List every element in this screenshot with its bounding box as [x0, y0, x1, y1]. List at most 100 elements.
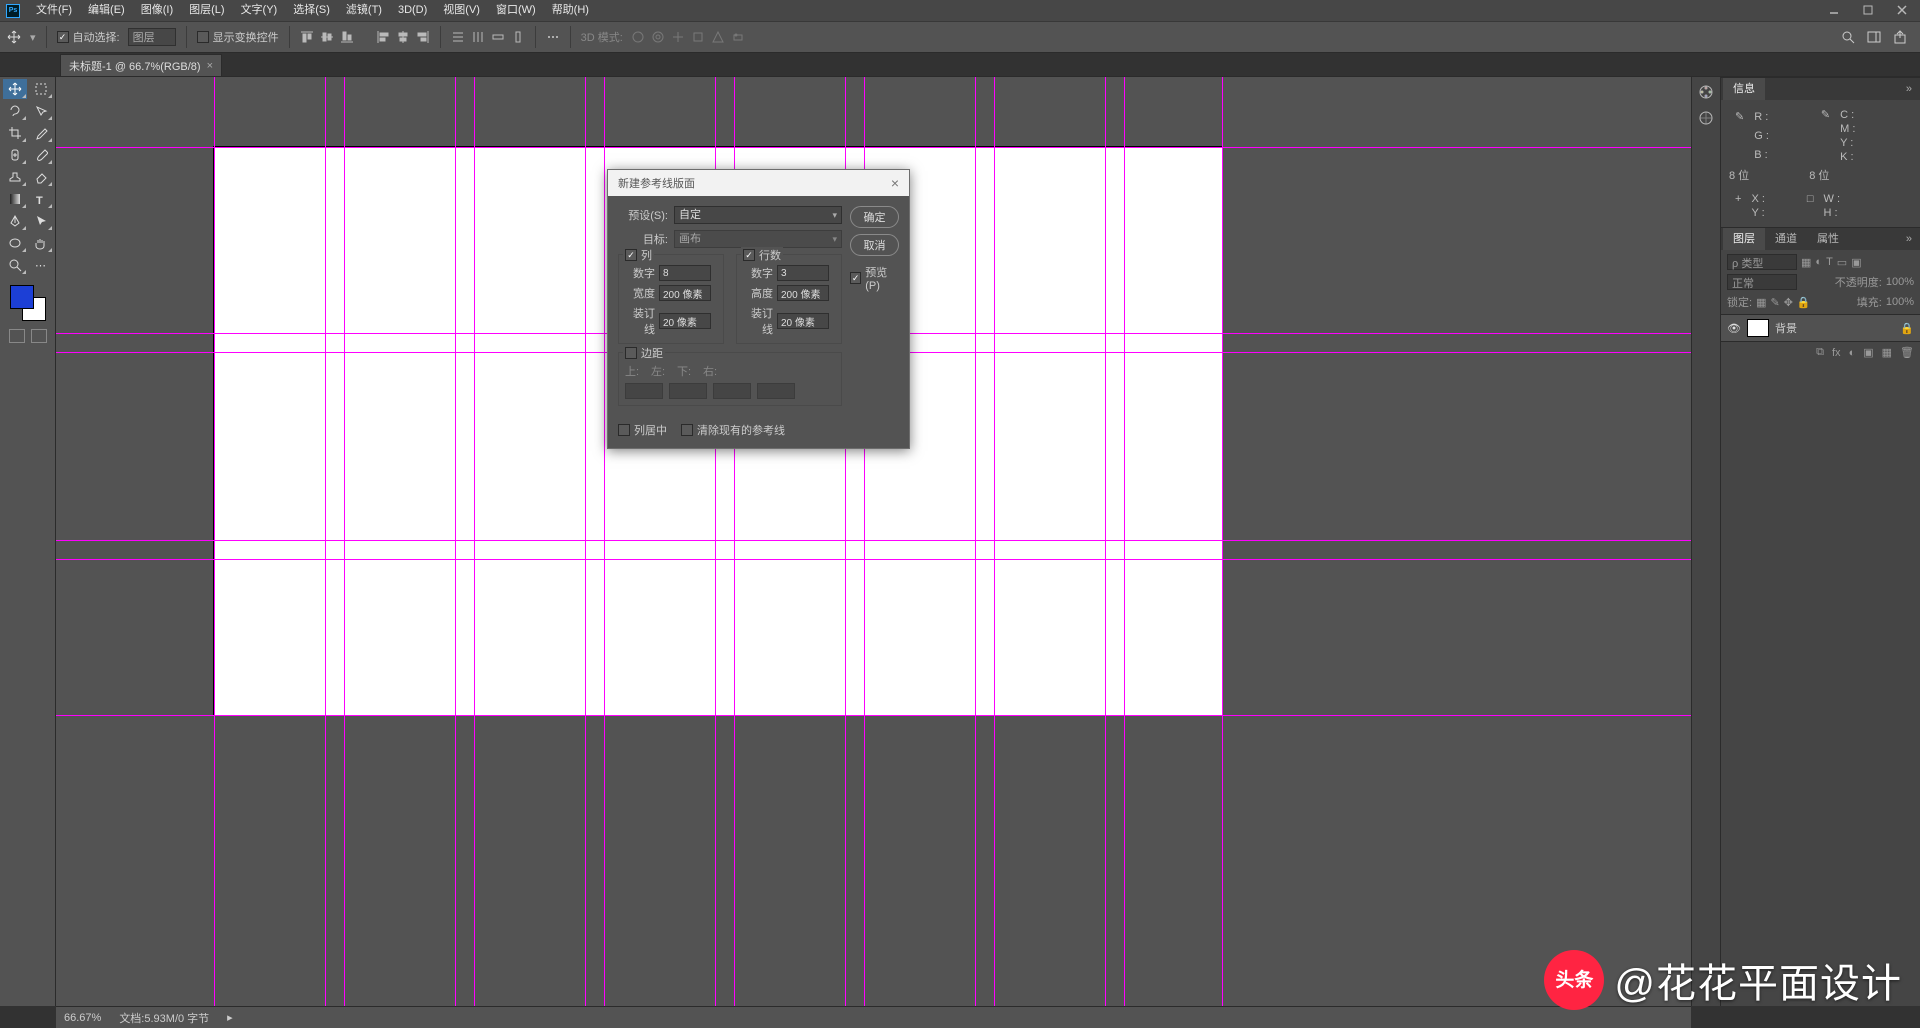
guide-vertical[interactable] — [474, 77, 475, 1006]
guide-vertical[interactable] — [1124, 77, 1125, 1006]
lasso-tool[interactable] — [3, 101, 27, 121]
type-tool[interactable]: T — [29, 189, 53, 209]
menu-file[interactable]: 文件(F) — [28, 0, 80, 21]
menu-image[interactable]: 图像(I) — [133, 0, 181, 21]
eyedropper-tool[interactable] — [29, 123, 53, 143]
guide-vertical[interactable] — [455, 77, 456, 1006]
color-swatches[interactable] — [8, 283, 48, 323]
layer-name[interactable]: 背景 — [1775, 320, 1797, 336]
lock-paint-icon[interactable]: ✎ — [1770, 296, 1779, 309]
menu-edit[interactable]: 编辑(E) — [80, 0, 133, 21]
workspace-icon[interactable] — [1866, 29, 1882, 45]
lock-all-icon[interactable]: 🔒 — [1797, 296, 1811, 309]
dialog-titlebar[interactable]: 新建参考线版面 × — [608, 170, 909, 196]
filter-adjust-icon[interactable]: ◐ — [1815, 256, 1822, 268]
window-close-button[interactable] — [1888, 2, 1916, 18]
columns-width-input[interactable] — [659, 285, 711, 301]
document-tab-close-icon[interactable]: × — [207, 60, 213, 72]
move-tool[interactable] — [3, 79, 27, 99]
align-bottom-icon[interactable] — [340, 30, 354, 44]
columns-gutter-input[interactable] — [659, 313, 711, 329]
quickmask-toggle[interactable] — [9, 329, 25, 343]
pen-tool[interactable] — [3, 211, 27, 231]
panel-menu-icon[interactable]: » — [1900, 233, 1918, 245]
align-right-icon[interactable] — [416, 30, 430, 44]
status-docsize[interactable]: 文档:5.93M/0 字节 — [119, 1010, 209, 1026]
preview-checkbox[interactable]: 预览(P) — [850, 264, 899, 292]
layer-thumbnail[interactable] — [1747, 319, 1769, 337]
tab-properties[interactable]: 属性 — [1807, 228, 1849, 250]
center-columns-checkbox[interactable]: 列居中 — [618, 422, 667, 438]
quick-select-tool[interactable] — [29, 101, 53, 121]
auto-select-checkbox[interactable]: 自动选择: — [57, 29, 120, 45]
crop-tool[interactable] — [3, 123, 27, 143]
tab-channels[interactable]: 通道 — [1765, 228, 1807, 250]
lock-pos-icon[interactable]: ✥ — [1784, 296, 1793, 309]
guide-vertical[interactable] — [1105, 77, 1106, 1006]
rows-gutter-input[interactable] — [777, 313, 829, 329]
margin-checkbox[interactable]: 边距 — [625, 345, 663, 361]
lock-trans-icon[interactable]: ▦ — [1756, 296, 1766, 309]
screenmode-toggle[interactable] — [31, 329, 47, 343]
more-icon[interactable] — [546, 30, 560, 44]
dialog-close-icon[interactable]: × — [891, 175, 899, 191]
layer-mask-icon[interactable]: ◐ — [1849, 347, 1856, 359]
columns-checkbox[interactable]: 列 — [625, 247, 652, 263]
foreground-color[interactable] — [10, 285, 34, 309]
guide-vertical[interactable] — [994, 77, 995, 1006]
gradient-tool[interactable] — [3, 189, 27, 209]
ok-button[interactable]: 确定 — [850, 206, 899, 228]
healing-tool[interactable] — [3, 145, 27, 165]
cancel-button[interactable]: 取消 — [850, 234, 899, 256]
dist-icon-1[interactable] — [451, 30, 465, 44]
zoom-tool[interactable] — [3, 255, 27, 275]
status-zoom[interactable]: 66.67% — [64, 1012, 101, 1024]
guide-vertical[interactable] — [1222, 77, 1223, 1006]
clear-guides-checkbox[interactable]: 清除现有的参考线 — [681, 422, 785, 438]
path-select-tool[interactable] — [29, 211, 53, 231]
menu-select[interactable]: 选择(S) — [285, 0, 338, 21]
marquee-tool[interactable] — [29, 79, 53, 99]
guide-vertical[interactable] — [604, 77, 605, 1006]
edit-toolbar-tool[interactable]: ⋯ — [29, 255, 53, 275]
layer-fx-icon[interactable]: fx — [1832, 347, 1841, 359]
panel-menu-icon[interactable]: » — [1900, 83, 1918, 95]
hand-tool[interactable] — [29, 233, 53, 253]
window-maximize-button[interactable] — [1854, 2, 1882, 18]
dist-icon-2[interactable] — [471, 30, 485, 44]
link-layers-icon[interactable]: ⧉ — [1816, 346, 1824, 359]
layer-filter-dropdown[interactable]: ρ 类型 — [1727, 254, 1797, 270]
show-transform-checkbox[interactable]: 显示变换控件 — [197, 29, 279, 45]
auto-select-mode-dropdown[interactable]: 图层 — [128, 28, 176, 46]
align-hcenter-icon[interactable] — [396, 30, 410, 44]
search-icon[interactable] — [1840, 29, 1856, 45]
preset-dropdown[interactable]: 自定 — [674, 206, 842, 224]
rows-checkbox[interactable]: 行数 — [743, 247, 781, 263]
rows-number-input[interactable] — [777, 265, 829, 281]
status-arrow-icon[interactable]: ▸ — [227, 1011, 233, 1024]
menu-type[interactable]: 文字(Y) — [233, 0, 286, 21]
tab-info[interactable]: 信息 — [1723, 78, 1765, 100]
visibility-icon[interactable]: 👁 — [1727, 322, 1741, 335]
align-left-icon[interactable] — [376, 30, 390, 44]
guide-horizontal[interactable] — [56, 147, 1691, 148]
guide-horizontal[interactable] — [56, 540, 1691, 541]
blend-mode-dropdown[interactable]: 正常 — [1727, 274, 1797, 290]
tab-layers[interactable]: 图层 — [1723, 228, 1765, 250]
align-vcenter-icon[interactable] — [320, 30, 334, 44]
guide-vertical[interactable] — [214, 77, 215, 1006]
menu-view[interactable]: 视图(V) — [435, 0, 488, 21]
guide-vertical[interactable] — [585, 77, 586, 1006]
color-panel-icon[interactable] — [1697, 83, 1715, 101]
filter-shape-icon[interactable]: ▭ — [1837, 256, 1847, 269]
guide-horizontal[interactable] — [56, 715, 1691, 716]
guide-vertical[interactable] — [975, 77, 976, 1006]
guide-vertical[interactable] — [325, 77, 326, 1006]
new-layer-icon[interactable]: ▦ — [1882, 346, 1892, 359]
rows-height-input[interactable] — [777, 285, 829, 301]
dist-icon-4[interactable] — [511, 30, 525, 44]
brush-tool[interactable] — [29, 145, 53, 165]
filter-type-icon[interactable]: T — [1826, 256, 1833, 268]
layer-row[interactable]: 👁 背景 🔒 — [1721, 315, 1920, 341]
menu-filter[interactable]: 滤镜(T) — [338, 0, 390, 21]
